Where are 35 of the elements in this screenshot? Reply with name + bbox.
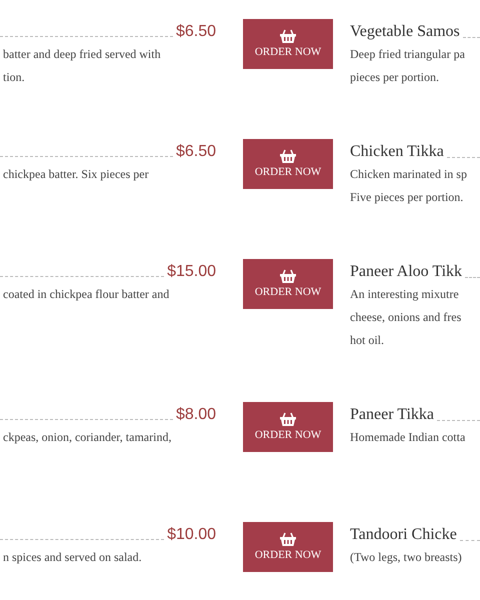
- description-text: Deep fried triangular pa: [350, 46, 466, 63]
- description-text: pieces per portion.: [350, 69, 440, 86]
- item-title: Tandoori Chicke: [350, 525, 457, 545]
- item-title: Paneer Tikka: [350, 405, 434, 425]
- description-text: Chicken marinated in sp: [350, 166, 468, 183]
- description-text: Five pieces per portion.: [350, 189, 464, 206]
- price: $10.00: [167, 525, 216, 545]
- item-title: Chicken Tikka: [350, 142, 444, 162]
- basket-icon: [280, 412, 296, 426]
- item-title: Vegetable Samos: [350, 22, 460, 42]
- description-text: batter and deep fried served with: [2, 46, 162, 63]
- description-text: (Two legs, two breasts): [350, 549, 463, 566]
- basket-icon: [280, 29, 296, 43]
- price: $15.00: [167, 262, 216, 282]
- order-now-button[interactable]: ORDER NOW: [243, 402, 333, 452]
- description-text: An interesting mixutre: [350, 286, 460, 303]
- order-now-button[interactable]: ORDER NOW: [243, 522, 333, 572]
- order-now-button[interactable]: ORDER NOW: [243, 259, 333, 309]
- basket-icon: [280, 269, 296, 283]
- basket-icon: [280, 532, 296, 546]
- description-text: ckpeas, onion, coriander, tamarind,: [2, 429, 172, 446]
- price: $8.00: [176, 405, 216, 425]
- price: $6.50: [176, 142, 216, 162]
- order-now-button[interactable]: ORDER NOW: [243, 139, 333, 189]
- description-text: cheese, onions and fres: [350, 309, 462, 326]
- description-text: coated in chickpea flour batter and: [2, 286, 170, 303]
- item-title: Paneer Aloo Tikk: [350, 262, 462, 282]
- price: $6.50: [176, 22, 216, 42]
- description-text: tion.: [2, 69, 26, 86]
- description-text: chickpea batter. Six pieces per: [2, 166, 150, 183]
- basket-icon: [280, 149, 296, 163]
- description-text: n spices and served on salad.: [2, 549, 143, 566]
- description-text: hot oil.: [350, 332, 386, 349]
- description-text: Homemade Indian cotta: [350, 429, 466, 446]
- order-now-button[interactable]: ORDER NOW: [243, 19, 333, 69]
